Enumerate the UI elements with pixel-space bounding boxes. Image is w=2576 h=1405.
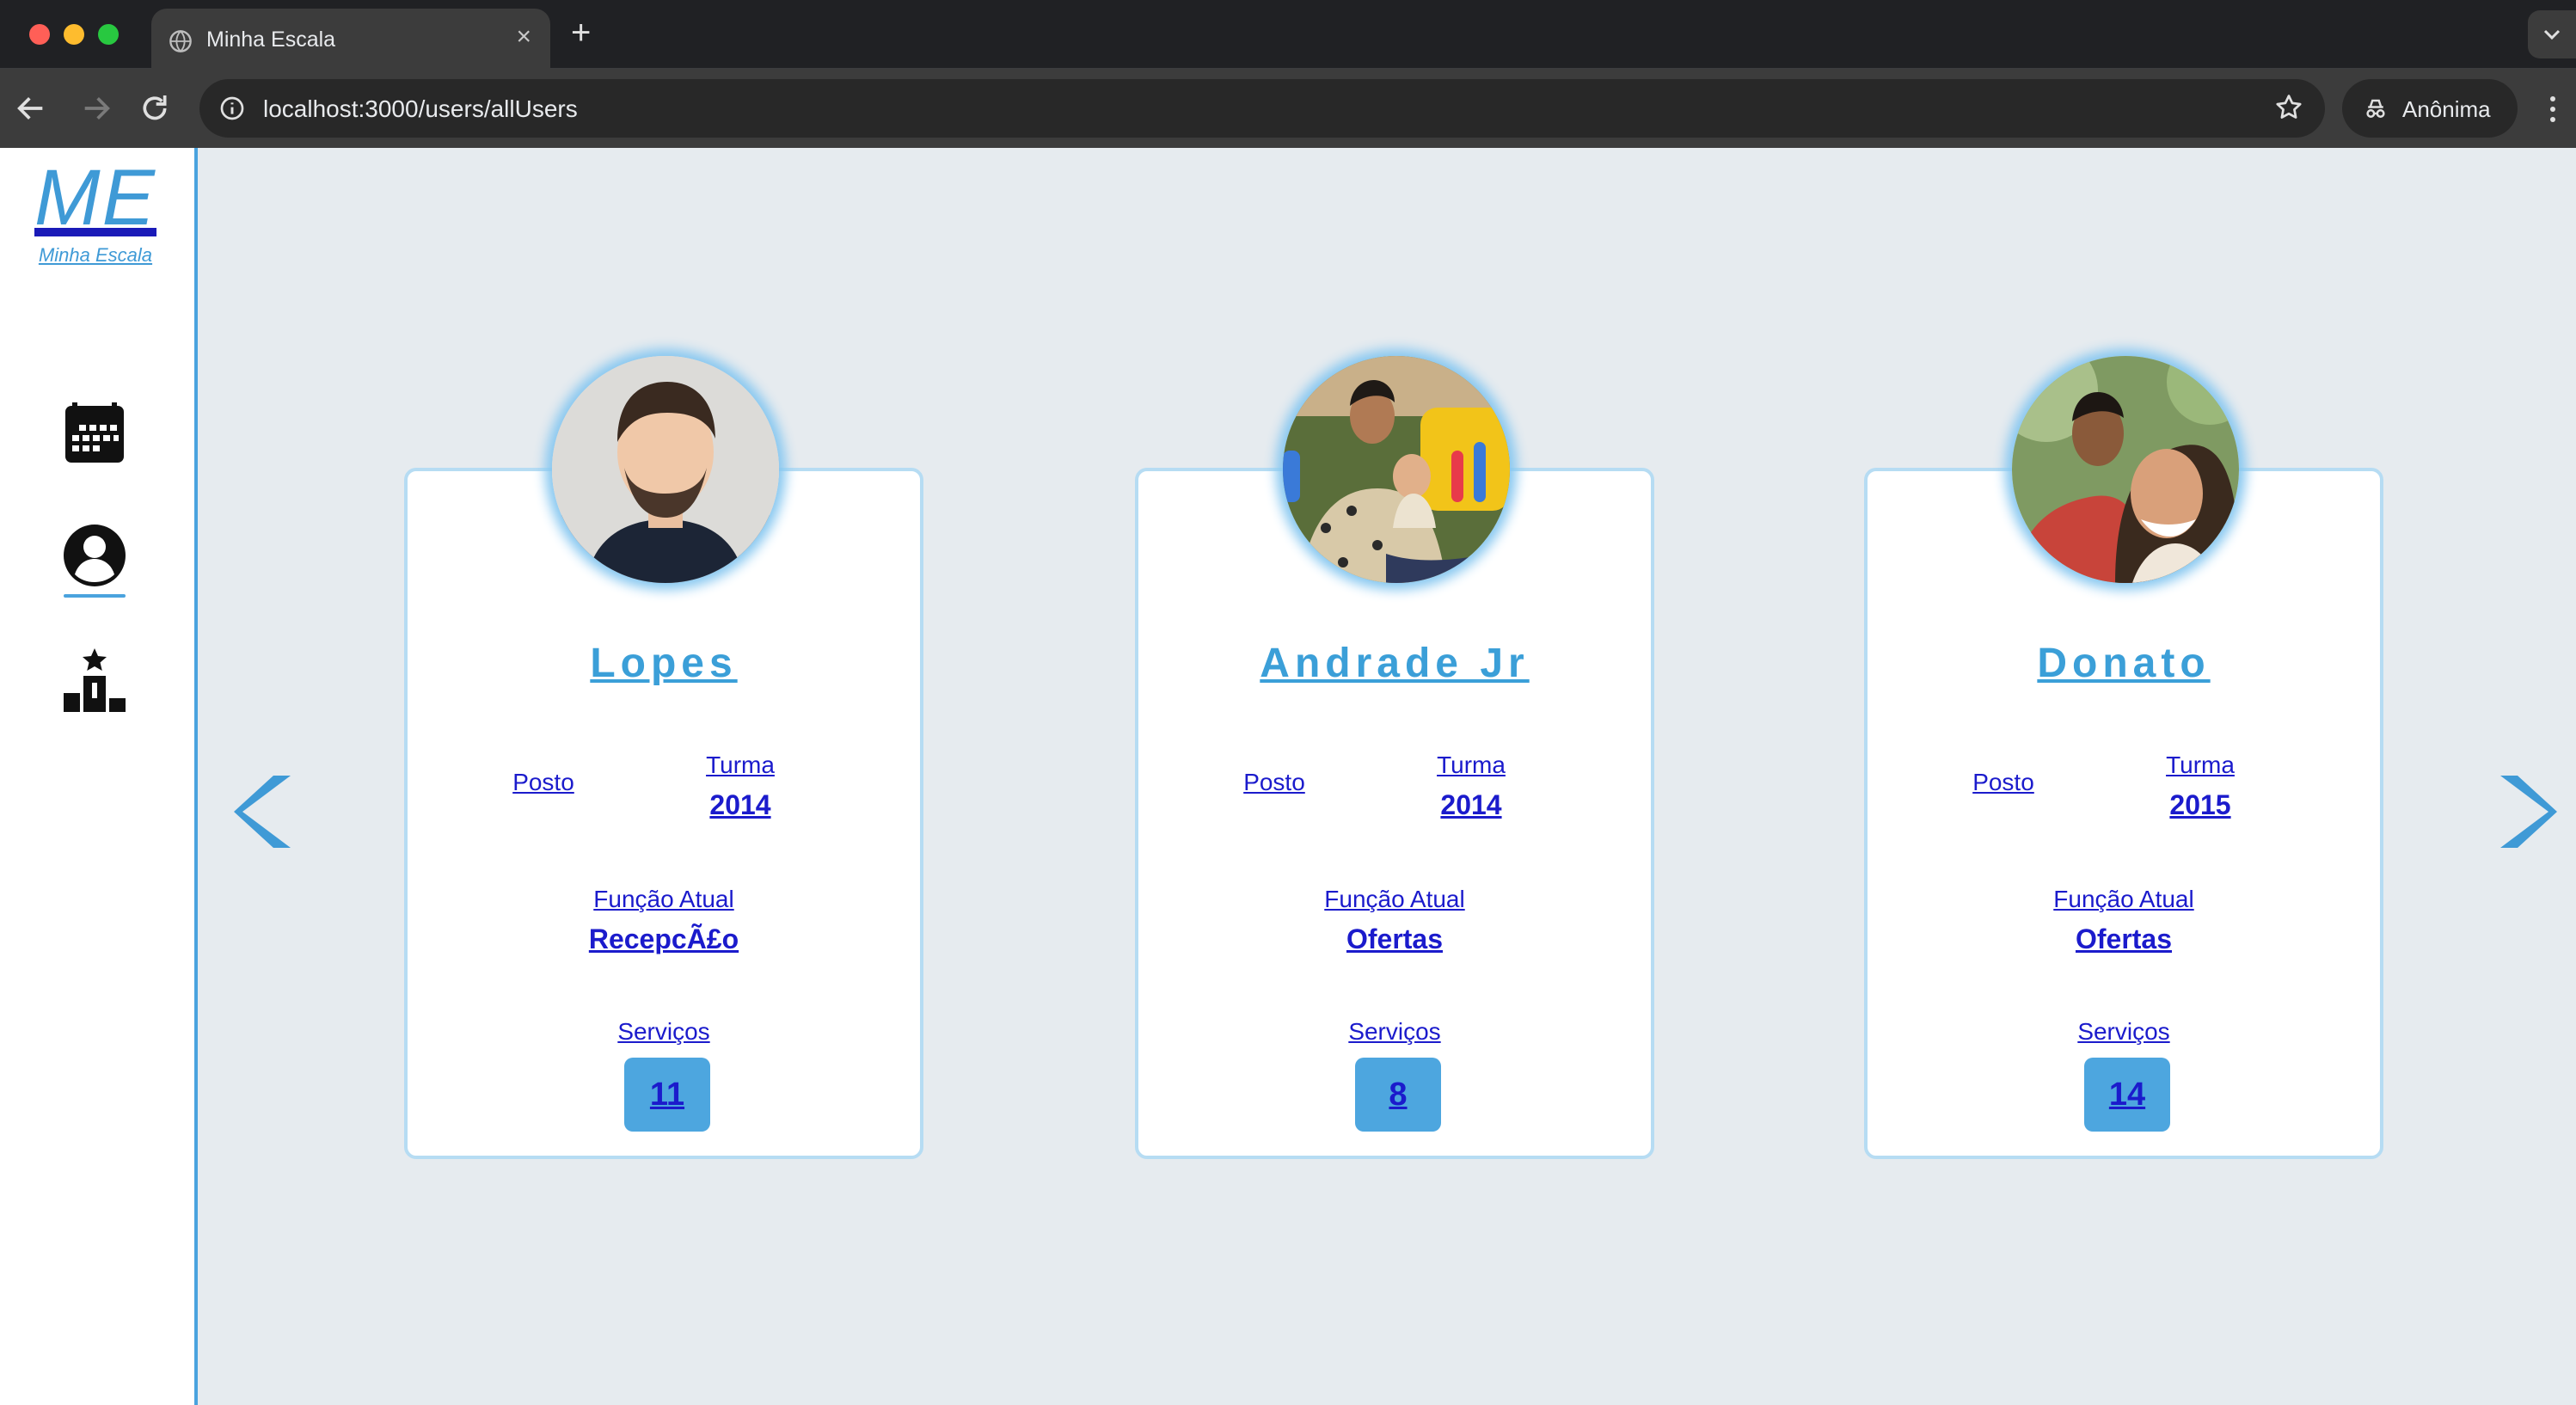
carousel-next-arrow-icon[interactable] [2487,770,2561,853]
browser-tab-bar: Minha Escala × + [0,0,2576,69]
funcao-value[interactable]: Ofertas [1868,923,2380,955]
funcao-label[interactable]: Função Atual [1868,886,2380,913]
chevron-down-icon [2543,29,2561,40]
forward-arrow-icon[interactable] [79,91,113,126]
bookmark-star-icon[interactable] [2273,92,2304,123]
avatar-image [2012,356,2239,583]
reload-icon[interactable] [138,91,172,126]
browser-menu-icon[interactable] [2540,95,2566,124]
funcao-value[interactable]: RecepcÃ£o [408,923,920,955]
avatar-image [552,356,779,583]
url-text[interactable]: localhost:3000/users/allUsers [263,95,578,123]
user-name[interactable]: Donato [1868,640,2380,687]
posto-label[interactable]: Posto [1969,769,2038,796]
site-info-icon[interactable] [218,95,246,122]
tab-search-button[interactable] [2528,10,2576,58]
globe-icon [169,30,192,52]
user-avatar [2012,356,2239,583]
funcao-label[interactable]: Função Atual [1138,886,1651,913]
servicos-label[interactable]: Serviços [1868,1018,2380,1046]
servicos-count-badge[interactable]: 8 [1355,1058,1441,1132]
calendar-icon[interactable] [60,399,129,468]
logo-short: ME [34,154,156,242]
servicos-label[interactable]: Serviços [408,1018,920,1046]
active-nav-indicator [64,594,126,598]
carousel-prev-arrow-icon[interactable] [230,770,304,853]
funcao-value[interactable]: Ofertas [1138,923,1651,955]
browser-toolbar: localhost:3000/users/allUsers Anônima [0,69,2576,148]
new-tab-button[interactable]: + [571,15,591,50]
servicos-label[interactable]: Serviços [1138,1018,1651,1046]
window-minimize-button[interactable] [64,24,84,45]
user-name[interactable]: Lopes [408,640,920,687]
user-avatar [552,356,779,583]
posto-label[interactable]: Posto [1240,769,1309,796]
turma-value[interactable]: 2014 [1424,789,1518,821]
turma-value[interactable]: 2014 [693,789,788,821]
podium-ranking-icon[interactable] [60,645,129,714]
turma-label[interactable]: Turma [693,752,788,779]
turma-value[interactable]: 2015 [2153,789,2248,821]
avatar-image [1283,356,1510,583]
window-maximize-button[interactable] [98,24,119,45]
tab-title: Minha Escala [206,28,336,52]
servicos-count-badge[interactable]: 14 [2084,1058,2170,1132]
servicos-count-badge[interactable]: 11 [624,1058,710,1132]
turma-label[interactable]: Turma [1424,752,1518,779]
turma-label[interactable]: Turma [2153,752,2248,779]
posto-label[interactable]: Posto [509,769,578,796]
back-arrow-icon[interactable] [14,91,48,126]
incognito-icon [2366,99,2385,118]
tab-close-icon[interactable]: × [516,24,531,50]
logo-full-name: Minha Escala [38,244,153,266]
user-profile-icon[interactable] [60,521,129,590]
incognito-indicator[interactable]: Anônima [2342,79,2518,138]
address-bar[interactable]: localhost:3000/users/allUsers [199,79,2325,138]
app-logo[interactable]: ME Minha Escala [0,156,191,267]
user-name[interactable]: Andrade Jr [1138,640,1651,687]
incognito-label: Anônima [2402,96,2491,122]
sidebar: ME Minha Escala [0,148,198,1405]
user-avatar [1283,356,1510,583]
funcao-label[interactable]: Função Atual [408,886,920,913]
browser-tab[interactable]: Minha Escala × [151,9,550,69]
window-close-button[interactable] [29,24,50,45]
